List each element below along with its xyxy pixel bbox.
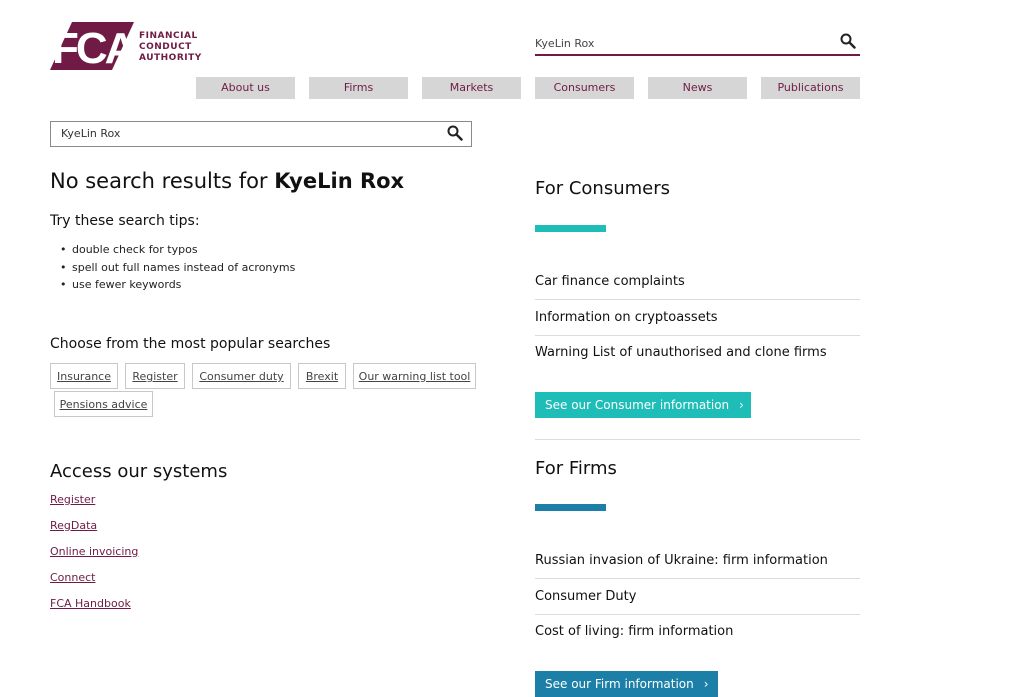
popular-register[interactable]: Register xyxy=(125,363,185,389)
nav-markets[interactable]: Markets xyxy=(422,77,521,99)
fca-logo-mark: FCA xyxy=(50,22,134,72)
main-search-input[interactable] xyxy=(61,127,421,140)
logo-line-2: CONDUCT xyxy=(139,42,192,52)
system-link-regdata[interactable]: RegData xyxy=(50,519,97,532)
tip-item: use fewer keywords xyxy=(60,276,295,294)
firm-link-consumer-duty[interactable]: Consumer Duty xyxy=(535,579,860,615)
firm-link-cost-of-living[interactable]: Cost of living: firm information xyxy=(535,614,860,649)
firms-title: For Firms xyxy=(535,458,617,479)
consumer-info-button-label: See our Consumer information xyxy=(545,398,730,412)
system-link-fca-handbook[interactable]: FCA Handbook xyxy=(50,597,131,610)
search-icon[interactable] xyxy=(840,33,856,53)
nav-firms[interactable]: Firms xyxy=(309,77,408,99)
popular-insurance[interactable]: Insurance xyxy=(50,363,118,389)
main-search xyxy=(50,121,472,147)
consumer-link-cryptoassets[interactable]: Information on cryptoassets xyxy=(535,300,860,336)
tip-item: spell out full names instead of acronyms xyxy=(60,259,295,277)
tips-title: Try these search tips: xyxy=(50,213,200,229)
results-query: KyeLin Rox xyxy=(274,169,405,193)
consumer-link-car-finance[interactable]: Car finance complaints xyxy=(535,264,860,300)
systems-title: Access our systems xyxy=(50,461,228,482)
consumer-info-button[interactable]: See our Consumer information › xyxy=(535,392,751,418)
popular-searches-title: Choose from the most popular searches xyxy=(50,336,331,352)
nav-consumers[interactable]: Consumers xyxy=(535,77,634,99)
tips-list: double check for typos spell out full na… xyxy=(60,241,295,294)
fca-logo[interactable]: FCA FINANCIAL CONDUCT AUTHORITY xyxy=(50,22,210,72)
header-search-input[interactable] xyxy=(535,33,825,54)
popular-warning-list-tool[interactable]: Our warning list tool xyxy=(353,363,476,389)
nav-news[interactable]: News xyxy=(648,77,747,99)
popular-brexit[interactable]: Brexit xyxy=(298,363,346,389)
consumer-link-warning-list[interactable]: Warning List of unauthorised and clone f… xyxy=(535,335,860,370)
firm-info-button-label: See our Firm information xyxy=(545,677,694,691)
popular-consumer-duty[interactable]: Consumer duty xyxy=(192,363,291,389)
section-divider xyxy=(535,439,860,440)
search-icon[interactable] xyxy=(447,125,463,145)
nav-about-us[interactable]: About us xyxy=(196,77,295,99)
system-link-register[interactable]: Register xyxy=(50,493,95,506)
firms-accent-bar xyxy=(535,504,606,511)
chevron-right-icon: › xyxy=(739,398,744,412)
system-link-online-invoicing[interactable]: Online invoicing xyxy=(50,545,138,558)
consumers-title: For Consumers xyxy=(535,178,671,199)
svg-text:FCA: FCA xyxy=(52,24,134,72)
system-link-connect[interactable]: Connect xyxy=(50,571,95,584)
logo-wordmark: FINANCIAL CONDUCT AUTHORITY xyxy=(139,31,202,64)
header-search xyxy=(535,32,860,56)
firm-link-russian-invasion[interactable]: Russian invasion of Ukraine: firm inform… xyxy=(535,543,860,579)
tip-item: double check for typos xyxy=(60,241,295,259)
results-heading: No search results for KyeLin Rox xyxy=(50,169,404,193)
popular-pensions-advice[interactable]: Pensions advice xyxy=(54,391,153,417)
results-prefix: No search results for xyxy=(50,169,275,193)
logo-line-3: AUTHORITY xyxy=(139,53,202,63)
firm-info-button[interactable]: See our Firm information › xyxy=(535,671,718,697)
chevron-right-icon: › xyxy=(703,677,709,691)
logo-line-1: FINANCIAL xyxy=(139,31,198,41)
nav-publications[interactable]: Publications xyxy=(761,77,860,99)
consumers-accent-bar xyxy=(535,225,606,232)
